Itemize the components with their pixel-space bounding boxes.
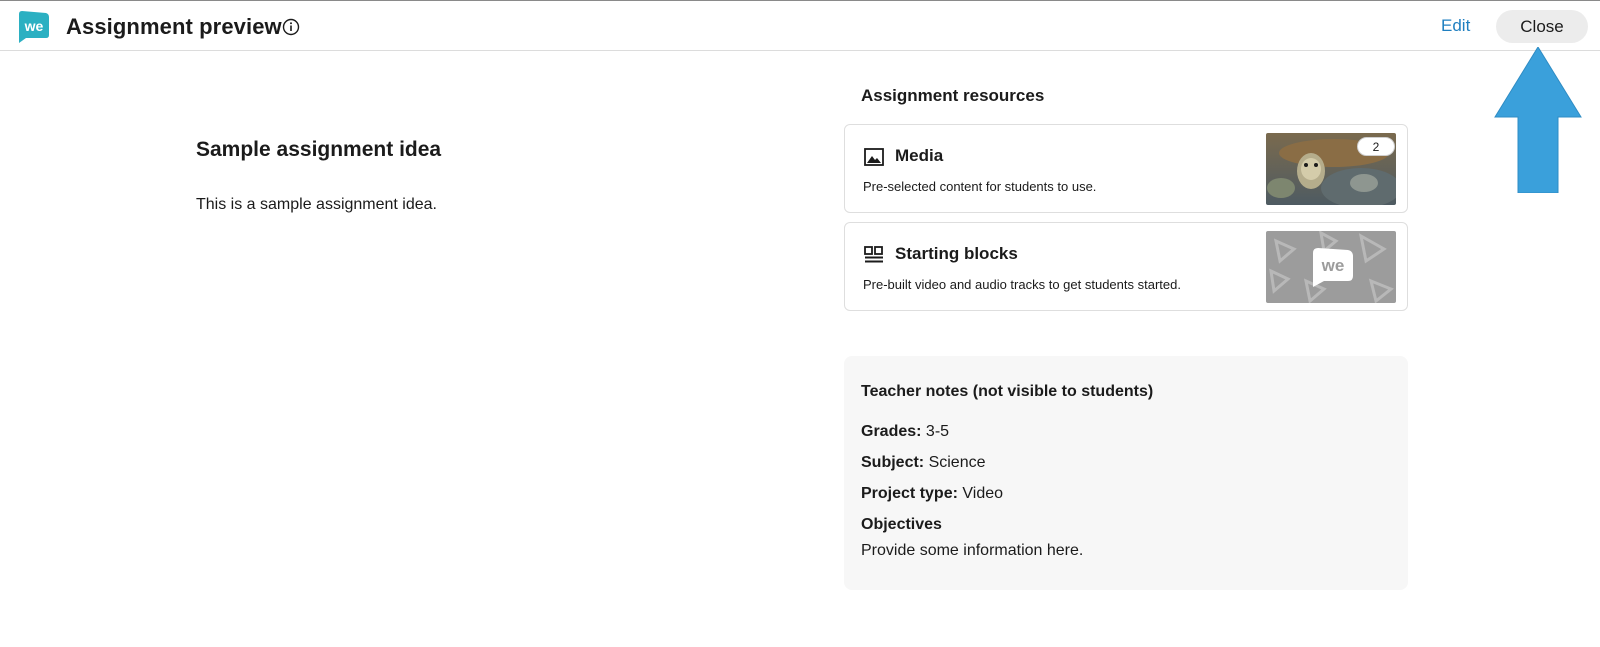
svg-text:we: we (1321, 256, 1345, 275)
media-resource-card[interactable]: Media Pre-selected content for students … (844, 124, 1408, 213)
project-type-line: Project type: Video (861, 485, 1003, 503)
media-title: Media (895, 146, 944, 165)
starting-blocks-title: Starting blocks (895, 244, 1018, 263)
starting-blocks-description: Pre-built video and audio tracks to get … (863, 277, 1181, 292)
assignment-description: This is a sample assignment idea. (196, 196, 437, 213)
media-count-badge: 2 (1357, 137, 1395, 156)
close-button[interactable]: Close (1496, 10, 1588, 43)
grades-label: Grades: (861, 423, 922, 440)
grades-line: Grades: 3-5 (861, 423, 949, 441)
starting-blocks-resource-card[interactable]: Starting blocks Pre-built video and audi… (844, 222, 1408, 311)
subject-label: Subject: (861, 454, 925, 471)
page-title: Assignment preview (66, 14, 282, 39)
media-description: Pre-selected content for students to use… (863, 179, 1097, 194)
svg-text:we: we (24, 18, 44, 34)
wevideo-logo-icon[interactable]: we (16, 10, 50, 44)
blocks-icon (864, 246, 883, 263)
subject-line: Subject: Science (861, 454, 986, 472)
objectives-label: Objectives (861, 516, 942, 533)
teacher-notes-panel: Teacher notes (not visible to students) … (844, 356, 1408, 590)
grades-value: 3-5 (925, 423, 950, 440)
up-arrow-icon (1494, 47, 1582, 193)
image-icon (864, 148, 884, 166)
assignment-title: Sample assignment idea (196, 138, 442, 161)
teacher-notes-heading: Teacher notes (not visible to students) (861, 383, 1154, 400)
edit-link[interactable]: Edit (1441, 16, 1470, 36)
resources-heading: Assignment resources (861, 86, 1045, 105)
starting-blocks-thumbnail: we (1266, 231, 1396, 303)
info-icon[interactable] (282, 18, 300, 36)
project-type-value: Video (962, 485, 1004, 502)
top-bar: we Assignment preview Edit Close (0, 0, 1600, 51)
project-type-label: Project type: (861, 485, 958, 502)
objectives-text: Provide some information here. (861, 542, 1084, 559)
subject-value: Science (928, 454, 986, 471)
